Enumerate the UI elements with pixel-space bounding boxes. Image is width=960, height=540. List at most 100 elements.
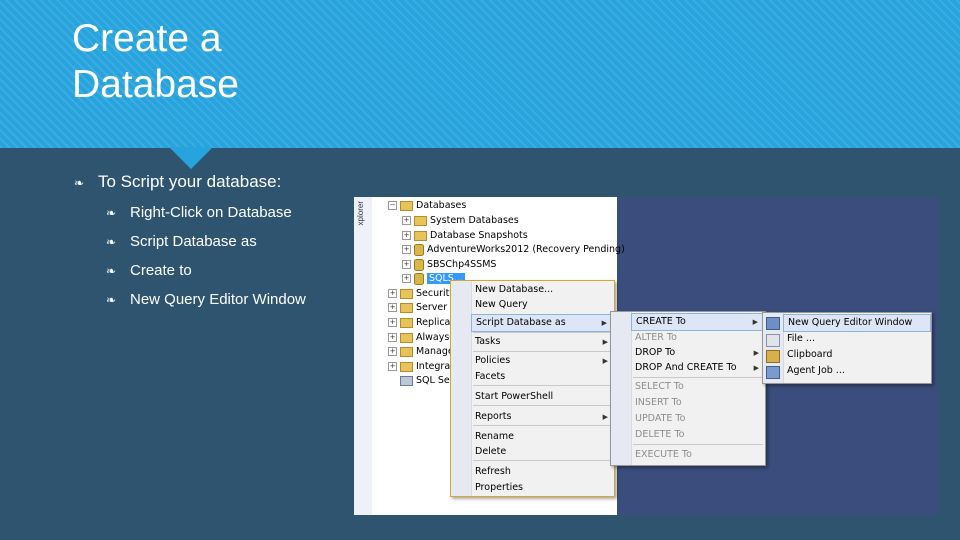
expand-icon[interactable]: + [388, 289, 397, 298]
expand-icon[interactable]: + [402, 245, 411, 254]
script-submenu: CREATE To ▶ ALTER To DROP To ▶ DROP And CR… [610, 311, 766, 466]
leaf-icon: ❧ [106, 264, 117, 278]
menu-item-new-query-editor-window[interactable]: New Query Editor Window [783, 314, 931, 332]
submenu-arrow-icon: ▶ [752, 318, 758, 326]
bullet-text: Script Database as [130, 233, 257, 250]
submenu-arrow-icon: ▶ [753, 364, 759, 372]
submenu-arrow-icon: ▶ [753, 349, 759, 357]
bullet-main: ❧ To Script your database: [74, 172, 281, 192]
folder-icon [414, 215, 427, 226]
expand-icon[interactable]: + [402, 231, 411, 240]
menu-gutter [611, 312, 632, 465]
tree-node[interactable]: + Replicat [388, 316, 454, 330]
bullet-sub: ❧ New Query Editor Window [106, 291, 306, 308]
clipboard-icon [766, 350, 780, 363]
menu-item-facets[interactable]: Facets [471, 369, 614, 385]
menu-item-execute-to[interactable]: EXECUTE To [631, 447, 765, 463]
slide-title: Create a Database [72, 16, 239, 108]
menu-separator [633, 444, 763, 445]
object-explorer-tab[interactable]: xplorer [354, 197, 373, 515]
tree-node-databases[interactable]: − Databases [388, 199, 466, 213]
menu-separator [633, 377, 763, 378]
menu-item-delete-to[interactable]: DELETE To [631, 427, 765, 443]
collapse-icon[interactable]: − [388, 201, 397, 210]
expand-icon[interactable]: + [388, 318, 397, 327]
menu-item-properties[interactable]: Properties [471, 480, 614, 496]
tree-node[interactable]: + Integrati [388, 360, 457, 374]
tree-node[interactable]: + Security [388, 287, 455, 301]
folder-icon [400, 288, 413, 299]
menu-gutter [451, 281, 472, 496]
bullet-text: New Query Editor Window [130, 291, 306, 308]
database-icon [414, 272, 424, 285]
menu-item-rename[interactable]: Rename [471, 429, 614, 445]
menu-item-script-database-as[interactable]: Script Database as ▶ [471, 314, 614, 332]
menu-item-drop-to[interactable]: DROP To ▶ [631, 345, 765, 361]
banner-notch [169, 147, 213, 169]
expand-icon[interactable]: + [388, 347, 397, 356]
tree-node[interactable]: + Server O [388, 301, 458, 315]
menu-separator [473, 460, 612, 461]
menu-item-agent-job[interactable]: Agent Job ... [783, 363, 931, 379]
query-window-icon [766, 317, 780, 330]
submenu-arrow-icon: ▶ [602, 338, 608, 346]
folder-icon [414, 230, 427, 241]
menu-item-create-to[interactable]: CREATE To ▶ [631, 313, 765, 331]
tree-node[interactable]: + System Databases [402, 214, 519, 228]
expand-icon[interactable]: + [402, 216, 411, 225]
agent-job-icon [766, 366, 780, 379]
folder-icon [400, 361, 413, 372]
menu-item-policies[interactable]: Policies ▶ [471, 353, 614, 369]
title-line-2: Database [72, 63, 239, 106]
submenu-arrow-icon: ▶ [602, 357, 608, 365]
submenu-arrow-icon: ▶ [602, 413, 608, 421]
menu-item-new-database[interactable]: New Database... [471, 282, 614, 298]
bullet-sub: ❧ Script Database as [106, 233, 257, 250]
expand-icon[interactable]: + [388, 333, 397, 342]
menu-separator [473, 425, 612, 426]
menu-item-alter-to[interactable]: ALTER To [631, 330, 765, 346]
menu-item-clipboard[interactable]: Clipboard [783, 347, 931, 363]
folder-icon [400, 302, 413, 313]
bullet-sub: ❧ Create to [106, 262, 192, 279]
menu-item-reports[interactable]: Reports ▶ [471, 409, 614, 425]
submenu-arrow-icon: ▶ [601, 319, 607, 327]
menu-separator [473, 405, 612, 406]
menu-separator [473, 385, 612, 386]
side-tab-label: xplorer [356, 201, 365, 226]
menu-item-insert-to[interactable]: INSERT To [631, 395, 765, 411]
menu-item-drop-and-create-to[interactable]: DROP And CREATE To ▶ [631, 360, 765, 376]
folder-icon [400, 346, 413, 357]
database-icon [414, 243, 424, 256]
bullet-text: To Script your database: [98, 172, 282, 191]
expand-icon[interactable]: + [402, 274, 411, 283]
menu-item-start-powershell[interactable]: Start PowerShell [471, 389, 614, 405]
folder-icon [400, 200, 413, 211]
tree-node[interactable]: + AdventureWorks2012 (Recovery Pending) [402, 243, 625, 257]
expand-icon[interactable]: + [388, 362, 397, 371]
tree-node[interactable]: + AlwaysO [388, 331, 457, 345]
menu-item-tasks[interactable]: Tasks ▶ [471, 334, 614, 350]
bullet-text: Right-Click on Database [130, 204, 292, 221]
database-icon [414, 258, 424, 271]
menu-item-new-query[interactable]: New Query [471, 297, 614, 313]
leaf-icon: ❧ [106, 293, 117, 307]
menu-separator [473, 351, 612, 352]
tree-node[interactable]: + Database Snapshots [402, 229, 528, 243]
menu-item-refresh[interactable]: Refresh [471, 464, 614, 480]
tree-node[interactable]: + SBSChp4SSMS [402, 258, 496, 272]
tree-node[interactable]: + Manager [388, 345, 458, 359]
bullet-text: Create to [130, 262, 192, 279]
ssms-screenshot: xplorer − Databases + System Databases + Da… [354, 197, 938, 515]
menu-item-update-to[interactable]: UPDATE To [631, 411, 765, 427]
expand-icon[interactable]: + [388, 303, 397, 312]
title-line-1: Create a [72, 17, 222, 60]
target-submenu: New Query Editor Window File ... Clipboa… [762, 312, 932, 384]
folder-icon [400, 317, 413, 328]
leaf-icon: ❧ [106, 206, 117, 220]
expand-icon[interactable]: + [402, 260, 411, 269]
menu-item-file[interactable]: File ... [783, 331, 931, 347]
file-icon [766, 334, 780, 347]
menu-item-delete[interactable]: Delete [471, 444, 614, 460]
menu-item-select-to[interactable]: SELECT To [631, 379, 765, 395]
